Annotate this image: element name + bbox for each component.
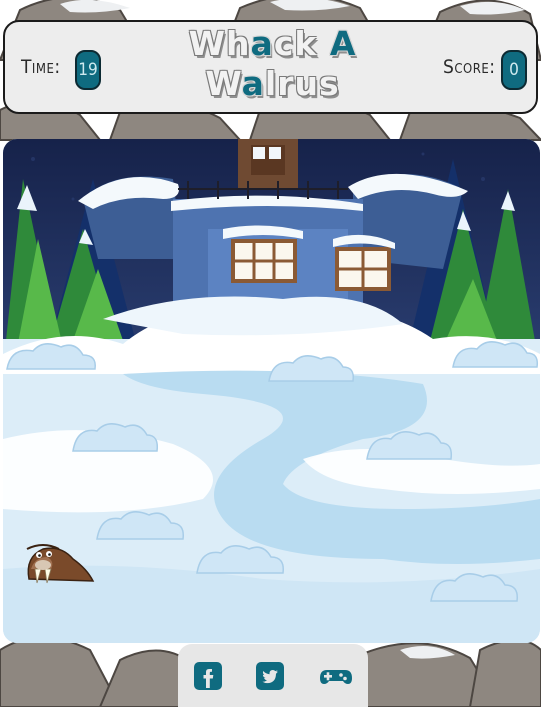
facebook-icon[interactable] xyxy=(192,660,224,692)
walrus[interactable] xyxy=(21,539,95,585)
hole-6[interactable] xyxy=(93,505,187,541)
title-line-1: Whack A xyxy=(188,24,357,63)
time-counter: 19 xyxy=(75,50,101,90)
twitter-icon[interactable] xyxy=(254,660,286,692)
score-counter: 0 xyxy=(501,50,527,90)
gamepad-icon[interactable] xyxy=(315,660,353,692)
score-label: Score: xyxy=(443,56,496,78)
game-board[interactable] xyxy=(3,139,540,643)
game-title: Whack A Walrus xyxy=(155,24,390,104)
game-header: Time: 19 Whack A Walrus Score: 0 xyxy=(3,20,538,114)
hole-7[interactable] xyxy=(193,539,287,575)
hole-1[interactable] xyxy=(3,337,99,371)
hole-4[interactable] xyxy=(69,417,161,453)
time-label: Time: xyxy=(21,56,61,78)
hole-2[interactable] xyxy=(265,349,357,383)
hole-5[interactable] xyxy=(363,425,455,461)
social-footer xyxy=(178,644,368,707)
title-line-2: Walrus xyxy=(205,64,340,103)
hole-8[interactable] xyxy=(427,567,521,603)
hole-3[interactable] xyxy=(449,335,540,369)
